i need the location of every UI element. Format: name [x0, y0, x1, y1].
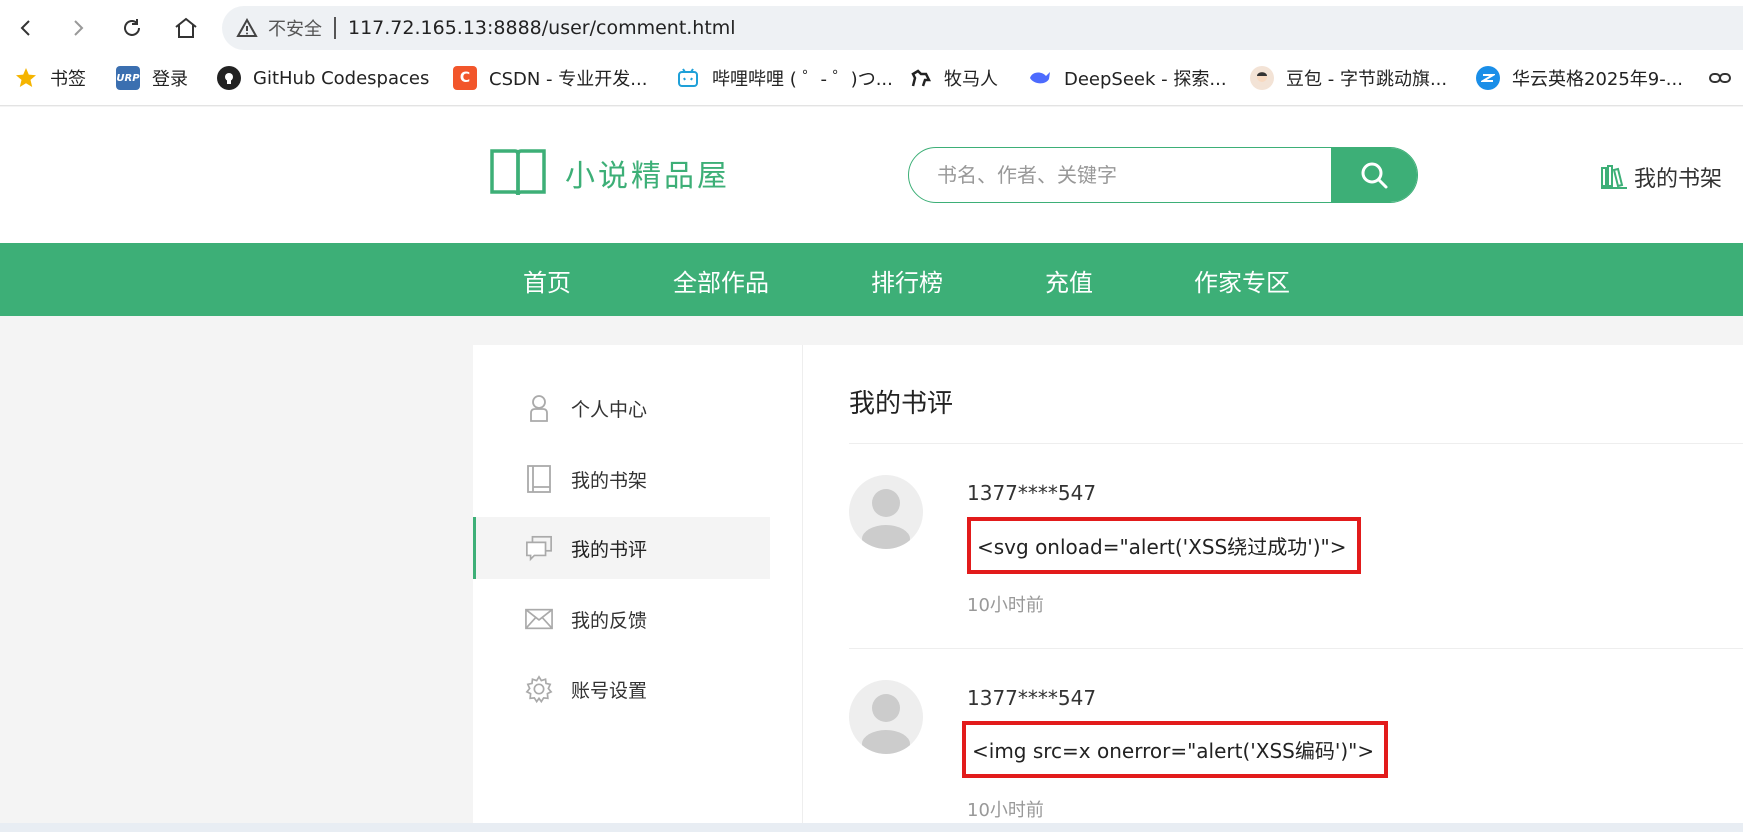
home-icon — [175, 17, 197, 38]
horse-icon — [908, 66, 932, 90]
back-button[interactable] — [10, 12, 42, 44]
sidebar-item-profile[interactable]: 个人中心 — [473, 377, 770, 439]
bookmark-item[interactable]: URP 登录 — [116, 65, 188, 91]
sidebar-item-settings[interactable]: 账号设置 — [473, 658, 770, 720]
avatar — [849, 475, 923, 549]
bilibili-icon — [676, 66, 700, 90]
reviews-panel: 我的书评 1377****547 <svg onload="alert('XSS… — [803, 345, 1743, 832]
comment-icon — [525, 534, 553, 562]
nav-item-home[interactable]: 首页 — [523, 263, 571, 298]
comment-time: 10小时前 — [967, 595, 1044, 616]
bookmark-item[interactable]: 豆包 - 字节跳动旗... — [1250, 65, 1447, 91]
browser-chrome: 不安全 117.72.165.13:8888/user/comment.html… — [0, 0, 1743, 106]
nav-item-author-zone[interactable]: 作家专区 — [1194, 263, 1290, 298]
site-logo[interactable]: 小说精品屋 — [489, 147, 730, 199]
bookmark-item[interactable]: GitHub Codespaces — [217, 66, 429, 90]
main-nav: 首页 全部作品 排行榜 充值 作家专区 — [0, 243, 1743, 316]
chevron-right-icon — [74, 20, 84, 36]
warning-icon — [236, 17, 258, 39]
comment-user: 1377****547 — [967, 686, 1097, 710]
address-separator — [334, 17, 336, 39]
bookmarks-bar: 书签 URP 登录 GitHub Codespaces C CSDN - 专业开… — [0, 62, 1743, 94]
comment-user: 1377****547 — [967, 481, 1097, 505]
divider — [849, 648, 1743, 649]
nav-item-ranking[interactable]: 排行榜 — [871, 263, 943, 298]
reload-button[interactable] — [116, 12, 148, 44]
address-bar[interactable]: 不安全 117.72.165.13:8888/user/comment.html — [222, 6, 1743, 50]
bottom-strip — [0, 823, 1743, 832]
search-box — [908, 147, 1418, 203]
doubao-icon — [1250, 66, 1274, 90]
search-input[interactable] — [937, 148, 1317, 202]
comment-time: 10小时前 — [967, 800, 1044, 821]
sidebar-item-feedback[interactable]: 我的反馈 — [473, 588, 770, 650]
deepseek-icon — [1028, 66, 1052, 90]
default-avatar-icon — [862, 489, 910, 549]
bookmark-item[interactable]: C CSDN - 专业开发... — [453, 65, 647, 91]
star-icon — [14, 66, 38, 90]
page-title: 我的书评 — [849, 389, 954, 419]
search-button[interactable] — [1331, 148, 1417, 202]
search-icon — [1361, 162, 1388, 189]
url-text[interactable]: 117.72.165.13:8888/user/comment.html — [348, 17, 736, 39]
open-book-icon — [490, 149, 546, 196]
sidebar-item-bookshelf[interactable]: 我的书架 — [473, 448, 770, 510]
bookmark-item[interactable]: 牧马人 — [908, 65, 998, 91]
nav-item-recharge[interactable]: 充值 — [1045, 263, 1093, 298]
bookmark-item[interactable]: 哔哩哔哩 ( ゜- ゜)つ... — [676, 65, 893, 91]
bookmark-item[interactable]: DeepSeek - 探索... — [1028, 65, 1227, 91]
user-sidebar: 个人中心 我的书架 我的书评 我的反馈 账号设置 — [473, 345, 803, 832]
content-panel: 个人中心 我的书架 我的书评 我的反馈 账号设置 我的书评 1377****54… — [473, 345, 1743, 832]
more-bookmarks-button[interactable] — [1708, 71, 1732, 85]
bookshelf-icon — [1601, 165, 1627, 189]
insecure-label: 不安全 — [268, 19, 322, 40]
divider — [849, 443, 1743, 444]
urp-icon: URP — [116, 66, 140, 90]
csdn-icon: C — [453, 66, 477, 90]
forward-button[interactable] — [62, 12, 94, 44]
default-avatar-icon — [862, 694, 910, 754]
sidebar-item-reviews[interactable]: 我的书评 — [473, 517, 770, 579]
comment-text: <img src=x onerror="alert('XSS编码')"> — [962, 721, 1389, 778]
home-button[interactable] — [170, 12, 202, 44]
bookmark-item[interactable]: 华云英格2025年9-... — [1476, 65, 1683, 91]
comment-text: <svg onload="alert('XSS绕过成功')"> — [967, 517, 1361, 574]
link-icon — [1709, 73, 1731, 83]
my-bookshelf-link[interactable]: 我的书架 — [1600, 161, 1722, 193]
book-icon — [525, 465, 553, 493]
site-header: 小说精品屋 我的书架 — [0, 107, 1743, 243]
chevron-left-icon — [20, 20, 30, 36]
logo-text: 小说精品屋 — [565, 159, 730, 194]
github-icon — [217, 66, 241, 90]
huayun-icon — [1476, 66, 1500, 90]
gear-icon — [525, 675, 553, 704]
avatar — [849, 680, 923, 754]
reload-icon — [124, 19, 140, 36]
user-icon — [525, 394, 553, 422]
mail-icon — [525, 605, 553, 633]
bookmark-item[interactable]: 书签 — [14, 65, 86, 91]
nav-item-all-works[interactable]: 全部作品 — [673, 263, 769, 298]
